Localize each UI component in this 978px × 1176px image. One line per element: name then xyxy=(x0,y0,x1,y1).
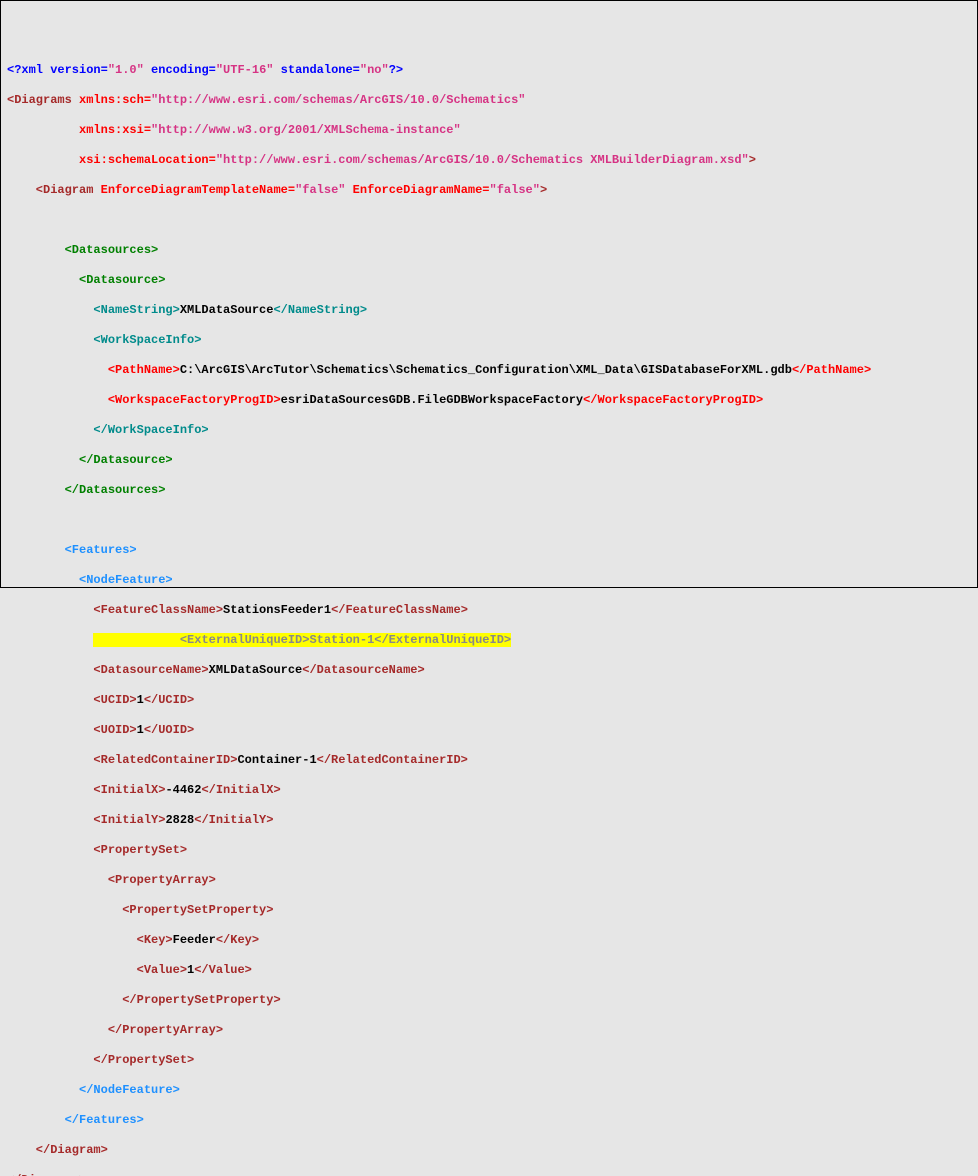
propertyset-close: </PropertySet> xyxy=(7,1053,971,1068)
datasource-open: <Datasource> xyxy=(7,273,971,288)
key-open: <Key> xyxy=(7,933,173,947)
diagrams-close-bracket: > xyxy=(749,153,756,167)
namestring-open: <NameString> xyxy=(7,303,180,317)
initx-val: -4462 xyxy=(165,783,201,797)
diagram-open: <Diagram EnforceDiagramTemplateName="fal… xyxy=(7,183,971,198)
xml-standalone-attr: standalone= xyxy=(273,63,359,77)
uoid-open: <UOID> xyxy=(7,723,137,737)
nodefeature-close: </NodeFeature> xyxy=(7,1083,971,1098)
diagrams-open: <Diagrams xmlns:sch="http://www.esri.com… xyxy=(7,93,971,108)
fcname-close: </FeatureClassName> xyxy=(331,603,468,617)
featureclassname-line: <FeatureClassName>StationsFeeder1</Featu… xyxy=(7,603,971,618)
namestring-val: XMLDataSource xyxy=(180,303,274,317)
xmlns-xsi-attr: xmlns:xsi= xyxy=(79,123,151,137)
enforce-template-attr: EnforceDiagramTemplateName= xyxy=(93,183,295,197)
fcname-open: <FeatureClassName> xyxy=(7,603,223,617)
propertyarray-open: <PropertyArray> xyxy=(7,873,971,888)
schema-loc-attr: xsi:schemaLocation= xyxy=(79,153,216,167)
inity-val: 2828 xyxy=(165,813,194,827)
relcont-val: Container-1 xyxy=(237,753,316,767)
xml-decl-close: ?> xyxy=(389,63,403,77)
pathname-open: <PathName> xyxy=(7,363,180,377)
inity-open: <InitialY> xyxy=(7,813,165,827)
ucid-val: 1 xyxy=(137,693,144,707)
datasources-open: <Datasources> xyxy=(7,243,971,258)
value-line: <Value>1</Value> xyxy=(7,963,971,978)
workspaceinfo-open: <WorkSpaceInfo> xyxy=(7,333,971,348)
xml-standalone-val: "no" xyxy=(360,63,389,77)
diagram-tag: <Diagram xyxy=(7,183,93,197)
xml-declaration: <?xml version="1.0" encoding="UTF-16" st… xyxy=(7,63,971,78)
uoid-close: </UOID> xyxy=(144,723,194,737)
key-val: Feeder xyxy=(173,933,216,947)
wsfactory-close: </WorkspaceFactoryProgID> xyxy=(583,393,763,407)
xml-version: "1.0" xyxy=(108,63,144,77)
key-line: <Key>Feeder</Key> xyxy=(7,933,971,948)
enforce-name-attr: EnforceDiagramName= xyxy=(345,183,489,197)
diagram-close: </Diagram> xyxy=(7,1143,971,1158)
xml-decl-open: <?xml version= xyxy=(7,63,108,77)
initialy-line: <InitialY>2828</InitialY> xyxy=(7,813,971,828)
blank-1 xyxy=(7,213,971,228)
relcont-open: <RelatedContainerID> xyxy=(7,753,237,767)
propertysetproperty-open: <PropertySetProperty> xyxy=(7,903,971,918)
externaluniqueid-line: <ExternalUniqueID>Station-1</ExternalUni… xyxy=(7,633,971,648)
extuid-highlight: <ExternalUniqueID>Station-1</ExternalUni… xyxy=(93,633,511,647)
datasourcename-line: <DatasourceName>XMLDataSource</Datasourc… xyxy=(7,663,971,678)
fcname-val: StationsFeeder1 xyxy=(223,603,331,617)
nodefeature-open: <NodeFeature> xyxy=(7,573,971,588)
enforce-name-val: "false" xyxy=(490,183,540,197)
xmlns-xsi-val: "http://www.w3.org/2001/XMLSchema-instan… xyxy=(151,123,461,137)
wsfactory-open: <WorkspaceFactoryProgID> xyxy=(7,393,281,407)
namestring-close: </NameString> xyxy=(273,303,367,317)
initx-open: <InitialX> xyxy=(7,783,165,797)
uoid-val: 1 xyxy=(137,723,144,737)
dsname-val: XMLDataSource xyxy=(209,663,303,677)
uoid-line: <UOID>1</UOID> xyxy=(7,723,971,738)
propertyarray-close: </PropertyArray> xyxy=(7,1023,971,1038)
xmlns-sch-attr: xmlns:sch= xyxy=(72,93,151,107)
schema-location-line: xsi:schemaLocation="http://www.esri.com/… xyxy=(7,153,971,168)
features-close: </Features> xyxy=(7,1113,971,1128)
namestring-line: <NameString>XMLDataSource</NameString> xyxy=(7,303,971,318)
schema-loc-val: "http://www.esri.com/schemas/ArcGIS/10.0… xyxy=(216,153,749,167)
key-close: </Key> xyxy=(216,933,259,947)
diagram-close-bracket: > xyxy=(540,183,547,197)
propertysetproperty-close: </PropertySetProperty> xyxy=(7,993,971,1008)
value-val: 1 xyxy=(187,963,194,977)
propertyset-open: <PropertySet> xyxy=(7,843,971,858)
ucid-line: <UCID>1</UCID> xyxy=(7,693,971,708)
diagrams-tag: <Diagrams xyxy=(7,93,72,107)
dsname-close: </DatasourceName> xyxy=(302,663,424,677)
xml-encoding-val: "UTF-16" xyxy=(216,63,274,77)
relatedcontainer-line: <RelatedContainerID>Container-1</Related… xyxy=(7,753,971,768)
features-open: <Features> xyxy=(7,543,971,558)
diagrams-close: </Diagrams> xyxy=(7,1173,971,1176)
inity-close: </InitialY> xyxy=(194,813,273,827)
pathname-val: C:\ArcGIS\ArcTutor\Schematics\Schematics… xyxy=(180,363,792,377)
value-open: <Value> xyxy=(7,963,187,977)
workspaceinfo-close: </WorkSpaceInfo> xyxy=(7,423,971,438)
wsfactory-val: esriDataSourcesGDB.FileGDBWorkspaceFacto… xyxy=(281,393,583,407)
enforce-template-val: "false" xyxy=(295,183,345,197)
relcont-close: </RelatedContainerID> xyxy=(317,753,468,767)
datasource-close: </Datasource> xyxy=(7,453,971,468)
ucid-open: <UCID> xyxy=(7,693,137,707)
xmlns-xsi-line: xmlns:xsi="http://www.w3.org/2001/XMLSch… xyxy=(7,123,971,138)
initialx-line: <InitialX>-4462</InitialX> xyxy=(7,783,971,798)
workspacefactory-line: <WorkspaceFactoryProgID>esriDataSourcesG… xyxy=(7,393,971,408)
xmlns-sch-val: "http://www.esri.com/schemas/ArcGIS/10.0… xyxy=(151,93,525,107)
pathname-close: </PathName> xyxy=(792,363,871,377)
blank-2 xyxy=(7,513,971,528)
dsname-open: <DatasourceName> xyxy=(7,663,209,677)
value-close: </Value> xyxy=(194,963,252,977)
ucid-close: </UCID> xyxy=(144,693,194,707)
datasources-close: </Datasources> xyxy=(7,483,971,498)
pathname-line: <PathName>C:\ArcGIS\ArcTutor\Schematics\… xyxy=(7,363,971,378)
xml-encoding-attr: encoding= xyxy=(144,63,216,77)
initx-close: </InitialX> xyxy=(201,783,280,797)
